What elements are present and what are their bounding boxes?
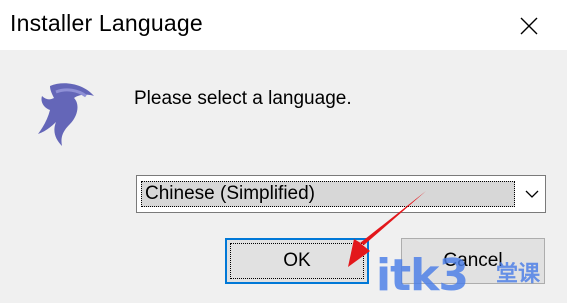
close-button[interactable] bbox=[506, 6, 552, 46]
watermark-suffix: 堂课 bbox=[496, 262, 541, 287]
dolphin-icon bbox=[38, 83, 94, 146]
close-icon bbox=[520, 17, 538, 35]
prompt-text: Please select a language. bbox=[134, 88, 352, 109]
watermark: itk3 bbox=[376, 250, 469, 301]
language-select-value: Chinese (Simplified) bbox=[141, 181, 515, 207]
window-title: Installer Language bbox=[10, 10, 203, 36]
ok-button-label: OK bbox=[283, 250, 311, 271]
title-bar: Installer Language bbox=[0, 0, 567, 50]
chevron-down-icon bbox=[525, 190, 539, 198]
